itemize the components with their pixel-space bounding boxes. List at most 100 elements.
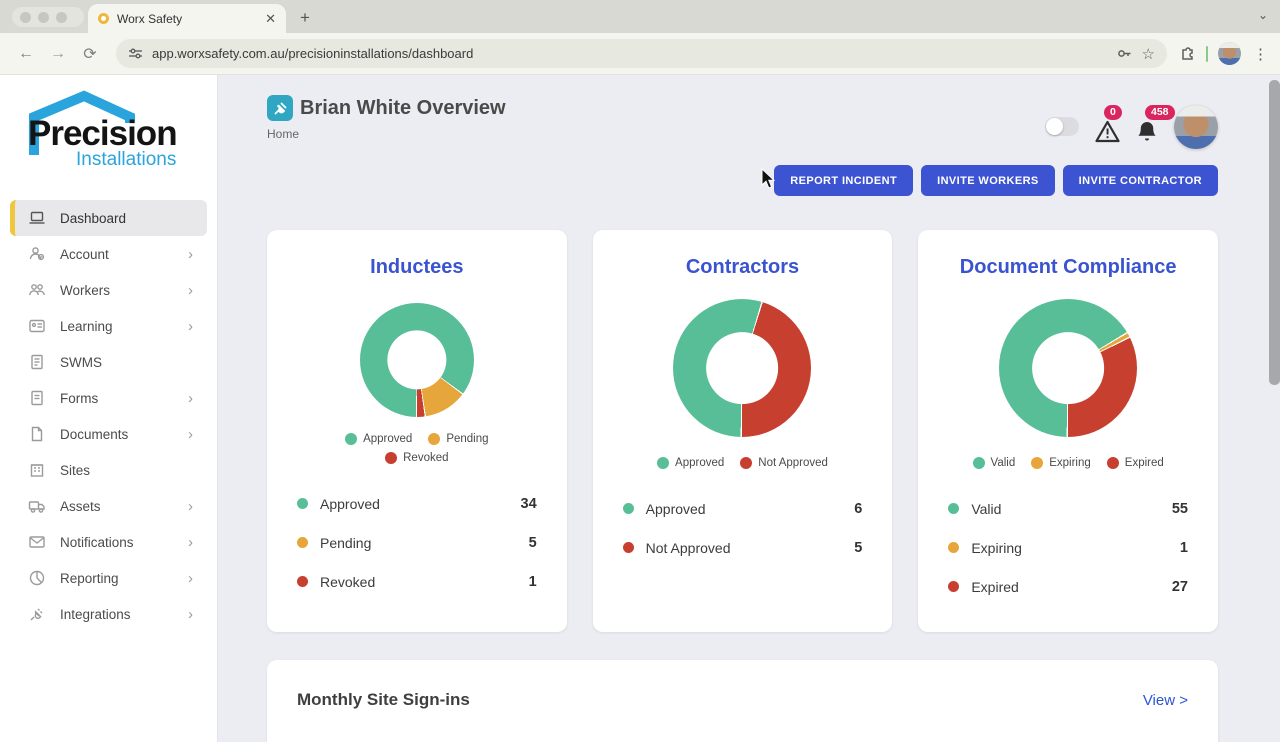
group-icon — [28, 281, 46, 299]
legend-dot — [345, 433, 358, 445]
sidebar-item-documents[interactable]: Documents › — [10, 416, 207, 452]
legend-item: Valid — [972, 457, 1015, 469]
overflow-menu-icon[interactable]: ⋮ — [1253, 45, 1268, 63]
key-icon[interactable] — [1116, 45, 1133, 62]
sidebar-item-assets[interactable]: Assets › — [10, 488, 207, 524]
chevron-right-icon: › — [188, 389, 193, 407]
legend-item: Approved — [657, 457, 724, 469]
new-tab-icon[interactable]: + — [300, 8, 310, 28]
overview-plug-icon — [267, 95, 293, 121]
summary-card: Contractors Approved Not Approved Approved 6… — [592, 230, 893, 632]
stat-row: Expiring 1 — [948, 528, 1188, 567]
legend-dot — [740, 457, 753, 469]
sidebar-item-swms[interactable]: SWMS — [10, 344, 207, 380]
alerts-button[interactable]: 0 — [1095, 105, 1122, 148]
status-dot — [297, 498, 308, 509]
chart-legend: Approved Not Approved — [593, 457, 893, 469]
chevron-right-icon: › — [188, 281, 193, 299]
sidebar-item-dashboard[interactable]: Dashboard — [10, 200, 207, 236]
sidebar-item-reporting[interactable]: Reporting › — [10, 560, 207, 596]
sidebar-item-workers[interactable]: Workers › — [10, 272, 207, 308]
tune-icon[interactable] — [128, 46, 143, 61]
sidebar-item-integrations[interactable]: Integrations › — [10, 596, 207, 632]
stat-value: 5 — [854, 539, 863, 556]
breadcrumb[interactable]: Home — [267, 127, 506, 141]
sidebar-item-learning[interactable]: Learning › — [10, 308, 207, 344]
document-icon — [28, 353, 46, 371]
stat-row: Approved 6 — [622, 489, 862, 528]
stat-row: Not Approved 5 — [622, 528, 863, 567]
status-dot — [948, 581, 960, 592]
user-avatar[interactable] — [1174, 105, 1218, 149]
donut-chart[interactable] — [359, 303, 474, 417]
stat-row: Revoked 1 — [297, 562, 537, 601]
extensions-icon[interactable] — [1179, 45, 1196, 62]
legend-dot — [657, 457, 670, 469]
window-minimize-button[interactable] — [38, 11, 49, 23]
stat-value: 5 — [528, 534, 537, 551]
donut-chart[interactable] — [673, 299, 812, 437]
reload-icon[interactable]: ⟳ — [76, 44, 104, 64]
sidebar-item-account[interactable]: Account › — [10, 236, 207, 272]
notifications-button[interactable]: 458 — [1136, 105, 1175, 148]
avatar — [1218, 42, 1241, 65]
sidebar-item-forms[interactable]: Forms › — [10, 380, 207, 416]
window-controls[interactable] — [12, 7, 84, 27]
forward-icon[interactable]: → — [44, 45, 72, 63]
window-zoom-button[interactable] — [56, 11, 67, 23]
stat-row: Valid 55 — [948, 489, 1188, 528]
browser-tab[interactable]: Worx Safety ✕ — [88, 4, 286, 33]
chart-legend: Approved Pending Revoked — [317, 433, 517, 464]
stat-value: 55 — [1171, 500, 1188, 517]
theme-toggle[interactable] — [1045, 117, 1079, 136]
sidebar-item-sites[interactable]: Sites — [10, 452, 207, 488]
envelope-icon — [28, 533, 46, 551]
star-icon[interactable]: ☆ — [1142, 45, 1155, 63]
tab-title: Worx Safety — [117, 11, 183, 26]
legend-item: Not Approved — [740, 457, 828, 469]
browser-tab-strip: Worx Safety ✕ + ⌄ — [0, 0, 1280, 33]
stat-rows: Approved 6 Not Approved 5 — [622, 489, 863, 567]
summary-card: Inductees Approved Pending Revoked Approved 3… — [267, 230, 567, 632]
chevron-right-icon: › — [188, 569, 193, 587]
view-link[interactable]: View > — [1143, 692, 1188, 709]
status-dot — [622, 542, 634, 553]
invite-contractor-button[interactable]: INVITE CONTRACTOR — [1062, 165, 1218, 196]
card-title: Document Compliance — [959, 256, 1177, 278]
pie-chart-icon — [28, 569, 46, 587]
tab-strip-chevron-icon[interactable]: ⌄ — [1258, 8, 1268, 22]
sidebar-item-label: Notifications — [60, 534, 134, 550]
window-close-button[interactable] — [20, 11, 31, 23]
summary-cards: Inductees Approved Pending Revoked Approved 3… — [267, 230, 1218, 632]
sidebar-item-label: SWMS — [60, 354, 102, 370]
browser-profile-avatar[interactable] — [1218, 42, 1241, 65]
report-incident-button[interactable]: REPORT INCIDENT — [774, 165, 914, 196]
sidebar-item-notifications[interactable]: Notifications › — [10, 524, 207, 560]
bell-icon — [1138, 122, 1156, 141]
stat-row: Pending 5 — [297, 523, 537, 562]
back-icon[interactable]: ← — [12, 45, 40, 63]
monthly-signins-title: Monthly Site Sign-ins — [297, 690, 470, 709]
sidebar-item-label: Documents — [60, 426, 129, 442]
notification-count-badge: 458 — [1145, 105, 1175, 120]
laptop-icon — [28, 209, 46, 227]
truck-icon — [28, 497, 46, 515]
scrollbar-thumb[interactable] — [1269, 80, 1280, 385]
address-bar[interactable]: app.worxsafety.com.au/precisioninstallat… — [116, 39, 1167, 68]
donut-chart[interactable] — [999, 299, 1138, 437]
legend-item: Pending — [428, 433, 489, 445]
sidebar-item-label: Reporting — [60, 570, 119, 586]
url-text[interactable]: app.worxsafety.com.au/precisioninstallat… — [152, 46, 1107, 61]
legend-dot — [1106, 457, 1119, 469]
sidebar-menu: Dashboard Account › Workers › Learning › SWMS Fo… — [0, 200, 217, 632]
legend-dot — [428, 433, 441, 445]
chevron-right-icon: › — [188, 245, 193, 263]
close-tab-icon[interactable]: ✕ — [265, 11, 276, 27]
chevron-right-icon: › — [188, 533, 193, 551]
id-card-icon — [28, 317, 46, 335]
site-favicon-icon — [98, 13, 109, 24]
status-dot — [622, 503, 634, 514]
invite-workers-button[interactable]: INVITE WORKERS — [921, 165, 1055, 196]
status-dot — [297, 537, 308, 548]
warning-triangle-icon — [1095, 120, 1120, 143]
